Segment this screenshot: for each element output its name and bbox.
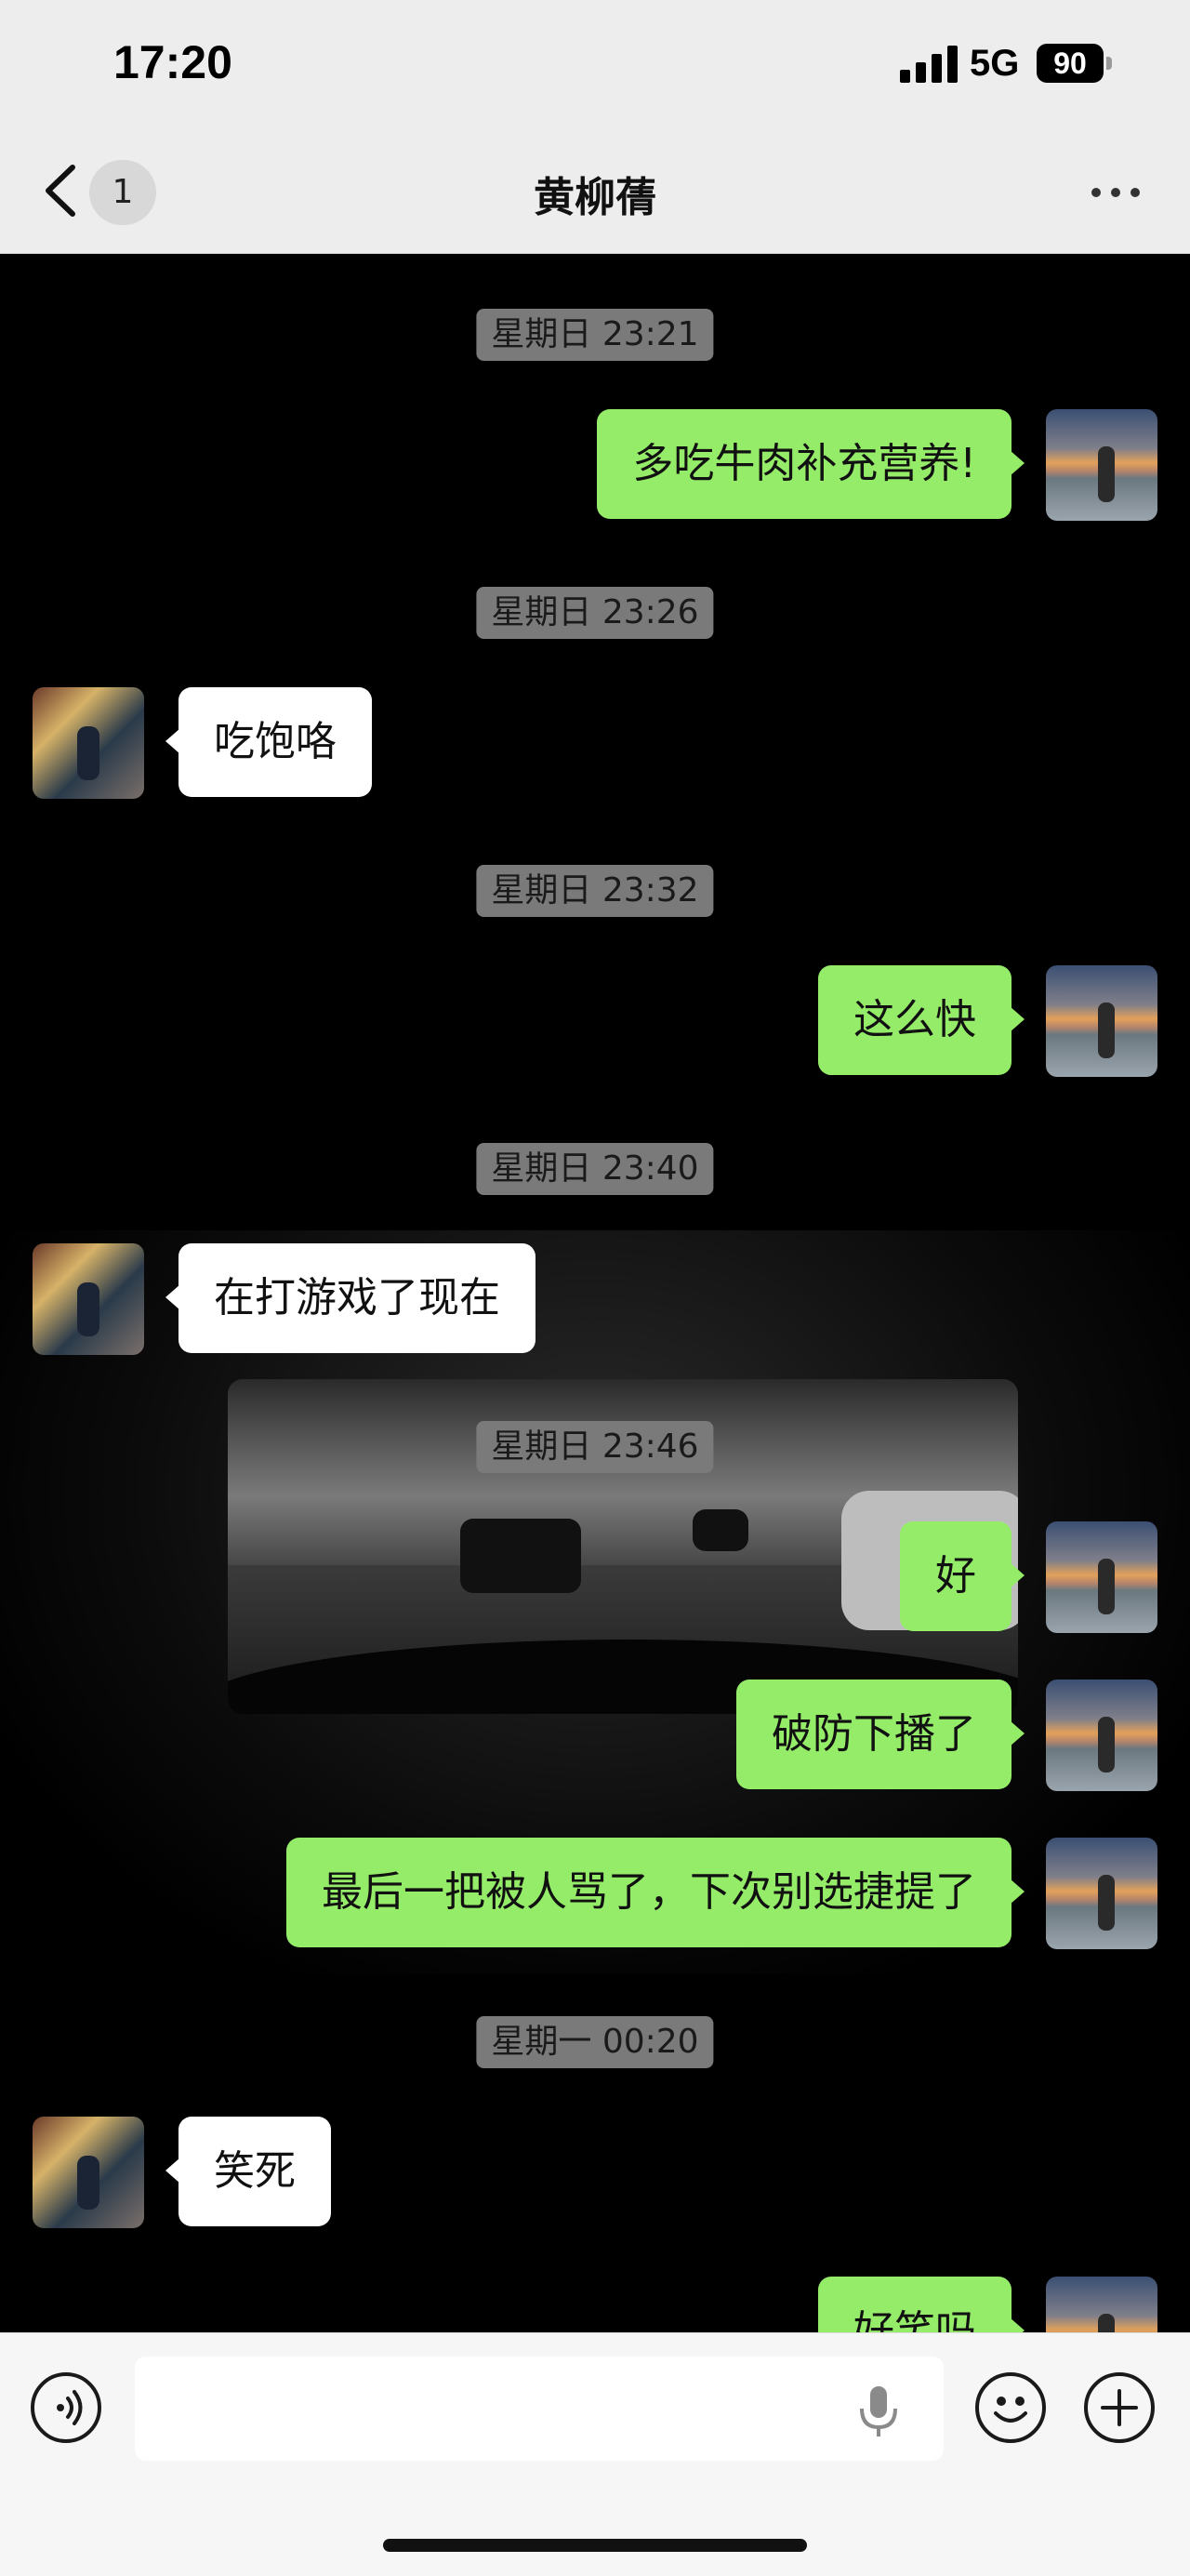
voice-icon[interactable] bbox=[31, 2372, 101, 2443]
avatar-contact[interactable] bbox=[33, 2117, 144, 2228]
signal-icon bbox=[900, 44, 959, 83]
network-label: 5G bbox=[970, 43, 1020, 84]
avatar-me[interactable] bbox=[1046, 1838, 1157, 1949]
avatar-me[interactable] bbox=[1046, 1680, 1157, 1791]
chat-area[interactable]: 星期日 23:21 多吃牛肉补充营养! 星期日 23:26 吃饱咯 星期日 23… bbox=[0, 254, 1190, 2332]
emoji-icon[interactable] bbox=[975, 2372, 1046, 2443]
plus-icon[interactable] bbox=[1084, 2372, 1155, 2443]
avatar-me[interactable] bbox=[1046, 409, 1157, 521]
message-bubble-sent[interactable]: 最后一把被人骂了，下次别选捷提了 bbox=[286, 1838, 1025, 1947]
home-indicator[interactable] bbox=[383, 2539, 807, 2552]
top-bar: 17:20 5G 90 1 黄柳蒨 bbox=[0, 0, 1190, 254]
timestamp: 星期日 23:46 bbox=[476, 1421, 714, 1473]
avatar-contact[interactable] bbox=[33, 1243, 144, 1355]
timestamp: 星期日 23:26 bbox=[476, 587, 714, 639]
avatar-contact[interactable] bbox=[33, 687, 144, 799]
avatar-me[interactable] bbox=[1046, 965, 1157, 1077]
more-icon[interactable] bbox=[1088, 179, 1144, 205]
message-bubble-sent[interactable]: 多吃牛肉补充营养! bbox=[597, 409, 1025, 519]
message-bubble-received[interactable]: 笑死 bbox=[165, 2117, 331, 2226]
mic-icon[interactable] bbox=[856, 2384, 901, 2438]
message-bubble-sent[interactable]: 好笑吗 bbox=[818, 2277, 1025, 2332]
message-bubble-sent[interactable]: 好 bbox=[900, 1521, 1025, 1631]
battery-tip bbox=[1106, 57, 1112, 70]
message-input[interactable] bbox=[135, 2357, 944, 2461]
message-bubble-sent[interactable]: 破防下播了 bbox=[736, 1680, 1025, 1789]
message-bubble-received[interactable]: 在打游戏了现在 bbox=[165, 1243, 536, 1353]
message-bubble-received[interactable]: 吃饱咯 bbox=[165, 687, 372, 797]
avatar-me[interactable] bbox=[1046, 2277, 1157, 2332]
avatar-me[interactable] bbox=[1046, 1521, 1157, 1633]
message-bubble-sent[interactable]: 这么快 bbox=[818, 965, 1025, 1075]
timestamp: 星期日 23:21 bbox=[476, 309, 714, 361]
chat-title: 黄柳蒨 bbox=[534, 174, 656, 221]
battery-icon: 90 bbox=[1037, 44, 1104, 83]
timestamp: 星期日 23:40 bbox=[476, 1143, 714, 1195]
status-time: 17:20 bbox=[113, 36, 232, 88]
timestamp: 星期日 23:32 bbox=[476, 865, 714, 917]
timestamp: 星期一 00:20 bbox=[476, 2016, 714, 2068]
